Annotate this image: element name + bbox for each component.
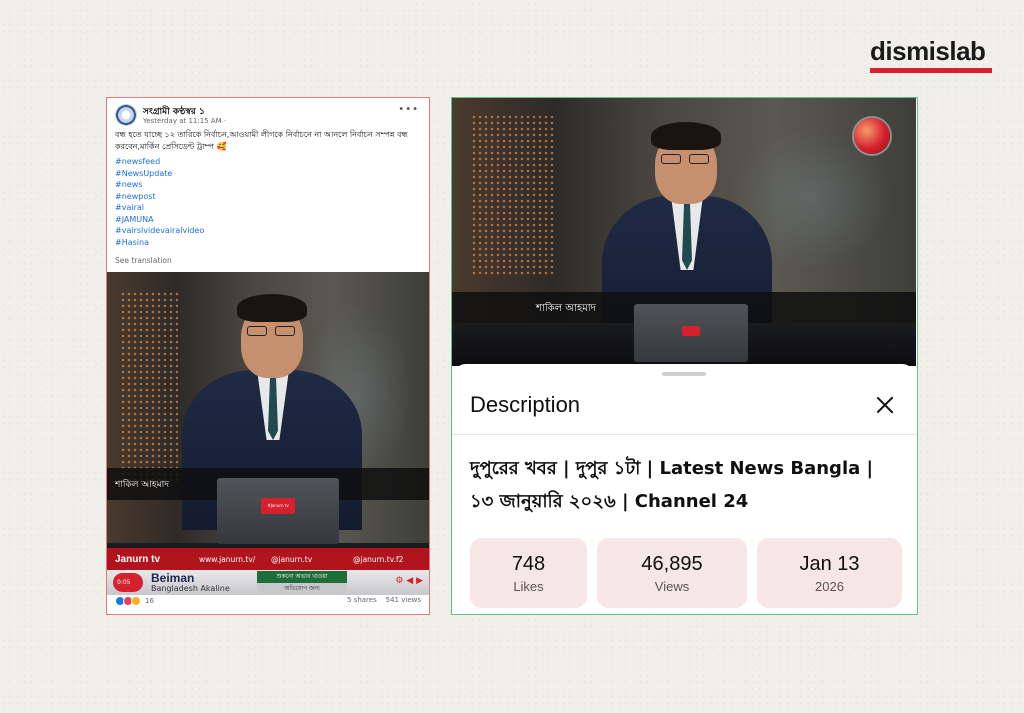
hashtag-link[interactable]: #JAMUNA xyxy=(115,214,204,226)
description-sheet: Description দুপুরের খবর | দুপুর ১টা | La… xyxy=(452,364,916,614)
likes-label: Likes xyxy=(513,579,544,594)
video-title: দুপুরের খবর | দুপুর ১টা | Latest News Ba… xyxy=(470,458,874,512)
laptop-logo xyxy=(682,326,700,336)
hashtag-link[interactable]: #news xyxy=(115,179,204,191)
ticker-x: @janurn.tv.f2 xyxy=(353,554,404,564)
ticker-mid-text: শুকনো অভাব খাওয়া xyxy=(257,571,347,583)
hashtag-link[interactable]: #newpost xyxy=(115,191,204,203)
sheet-drag-handle[interactable] xyxy=(662,372,706,376)
post-header: সংগ্রামী কণ্ঠস্বর ১ Yesterday at 11:15 A… xyxy=(115,104,421,130)
haha-reaction-icon xyxy=(131,596,141,606)
youtube-description-card: শাকিল আহমাদ Description দুপুরের খবর | দু… xyxy=(451,97,918,615)
likes-value: 748 xyxy=(511,553,546,575)
sheet-title: Description xyxy=(470,392,581,417)
post-text: বন্ধ হতে যাচ্ছে ১২ তারিকে নির্বাচন,আওয়া… xyxy=(115,130,408,151)
reaction-count: 16 xyxy=(145,597,154,605)
likes-stat: 748 Likes xyxy=(470,538,587,608)
hashtag-link[interactable]: #Hasina xyxy=(115,237,204,249)
sheet-divider xyxy=(452,434,916,435)
hashtag-link[interactable]: #NewsUpdate xyxy=(115,168,204,180)
post-footer: 16 5 shares 541 views xyxy=(115,596,421,610)
post-video[interactable]: শাকিল আহমাদ #Janurn tv Janurn tv www.jan… xyxy=(107,272,429,595)
page-avatar[interactable] xyxy=(115,104,137,126)
post-stats: 5 shares 541 views xyxy=(347,596,421,604)
ticker-headline: Beiman xyxy=(151,571,195,585)
hashtag-link[interactable]: #newsfeed xyxy=(115,156,204,168)
ticker-brand: Janurn tv xyxy=(115,553,161,565)
anchor-name: শাকিল আহমাদ xyxy=(115,480,169,490)
year-label: 2026 xyxy=(815,579,844,594)
views-label: Views xyxy=(654,579,690,594)
ticker-time: 0:05 xyxy=(113,573,143,592)
dismislab-logo: dismislab xyxy=(870,38,994,73)
more-options-icon[interactable]: ••• xyxy=(398,104,419,115)
hashtag-list: #newsfeed #NewsUpdate #news #newpost #va… xyxy=(115,156,204,248)
news-ticker-bottom: 0:05 Beiman Bangladesh Akaline শুকনো অভা… xyxy=(107,570,429,595)
logo-underline xyxy=(870,68,992,73)
laptop: #Janurn tv xyxy=(217,478,339,544)
view-count: 541 views xyxy=(385,596,421,604)
hashtag-link[interactable]: #vairslvidevairalvideo xyxy=(115,225,204,237)
ticker-subline: Bangladesh Akaline xyxy=(151,584,230,593)
laptop-logo: #Janurn tv xyxy=(261,498,295,514)
views-value: 46,895 xyxy=(641,553,703,575)
see-translation-link[interactable]: See translation xyxy=(115,256,172,265)
share-count[interactable]: 5 shares xyxy=(347,596,377,604)
video-stats: 748 Likes 46,895 Views Jan 13 2026 xyxy=(470,538,902,608)
youtube-video[interactable]: শাকিল আহমাদ xyxy=(452,98,916,366)
ticker-mid-text-2: অভিযোগ জন্য xyxy=(257,583,347,595)
hashtag-link[interactable]: #vairal xyxy=(115,202,204,214)
channel-globe-logo xyxy=(854,118,890,154)
news-ticker-top: Janurn tv www.janurn.tv/ @janurn.tv @jan… xyxy=(107,548,429,570)
date-value: Jan 13 xyxy=(799,553,860,575)
ticker-icons: ⚙ ◀ ▶ xyxy=(395,576,423,586)
logo-text: dismislab xyxy=(870,36,986,66)
views-stat: 46,895 Views xyxy=(597,538,747,608)
anchor-name: শাকিল আহমাদ xyxy=(536,303,596,314)
post-timestamp[interactable]: Yesterday at 11:15 AM · xyxy=(143,117,226,125)
ticker-facebook: @janurn.tv xyxy=(271,554,313,564)
facebook-post-card: সংগ্রামী কণ্ঠস্বর ১ Yesterday at 11:15 A… xyxy=(106,97,430,615)
reactions[interactable]: 16 xyxy=(115,596,154,606)
laptop xyxy=(634,304,748,362)
close-icon[interactable] xyxy=(872,392,898,418)
ticker-website: www.janurn.tv/ xyxy=(199,554,256,564)
date-stat: Jan 13 2026 xyxy=(757,538,902,608)
